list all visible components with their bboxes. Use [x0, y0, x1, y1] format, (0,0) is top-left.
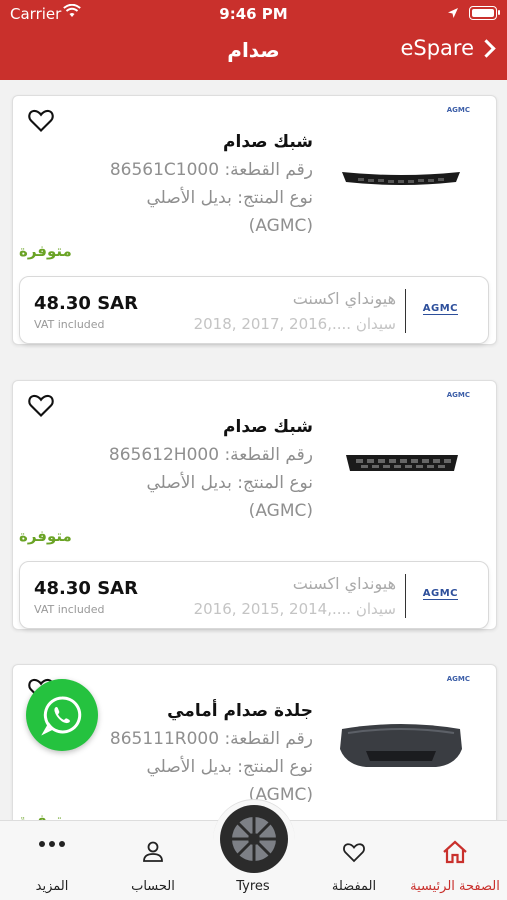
- app-header: Carrier 9:46 PM صدام eSpare: [0, 0, 507, 80]
- price-panel[interactable]: 48.30 SAR VAT included هيونداي اكسنت سيد…: [19, 276, 489, 344]
- product-type: نوع المنتج: بديل الأصلي: [146, 757, 313, 777]
- availability-status: متوفرة: [19, 527, 72, 545]
- product-card[interactable]: AGMC شبك صدام رقم القطعة: 86561C1000 نوع…: [12, 95, 497, 345]
- heart-icon: [343, 843, 365, 863]
- home-icon: [443, 840, 467, 864]
- part-number: رقم القطعة: 86561C1000: [109, 160, 313, 180]
- product-type-brand: (AGMC): [248, 501, 313, 521]
- heart-icon[interactable]: [27, 391, 55, 419]
- heart-icon[interactable]: [27, 106, 55, 134]
- bumper-grille-image: [342, 172, 460, 185]
- back-button[interactable]: eSpare: [400, 36, 496, 60]
- back-button-label: eSpare: [400, 36, 474, 60]
- status-bar: Carrier 9:46 PM: [0, 0, 507, 28]
- tab-more-label: المزيد: [35, 879, 69, 894]
- price-panel[interactable]: 48.30 SAR VAT included هيونداي اكسنت سيد…: [19, 561, 489, 629]
- vat-note: VAT included: [34, 318, 105, 331]
- divider: [405, 574, 406, 618]
- part-number: رقم القطعة: 865612H000: [108, 445, 313, 465]
- tab-account-label: الحساب: [131, 879, 175, 894]
- product-type: نوع المنتج: بديل الأصلي: [146, 188, 313, 208]
- product-title: جلدة صدام أمامي: [167, 701, 313, 721]
- divider: [405, 289, 406, 333]
- brand-logo: AGMC: [446, 106, 470, 114]
- price: 48.30 SAR: [34, 578, 138, 599]
- price: 48.30 SAR: [34, 293, 138, 314]
- tab-home[interactable]: الصفحة الرئيسية: [405, 826, 505, 896]
- battery-icon: [469, 6, 500, 20]
- brand-logo: AGMC: [422, 303, 458, 315]
- tab-more[interactable]: المزيد: [2, 826, 102, 896]
- brand-logo: AGMC: [446, 675, 470, 683]
- vehicle-years: سيدان ....,2016 ,2017 ,2018: [193, 315, 396, 333]
- user-icon: [143, 841, 163, 862]
- product-type-brand: (AGMC): [248, 216, 313, 236]
- vehicle-years: سيدان ....,2014 ,2015 ,2016: [193, 600, 396, 618]
- tab-account[interactable]: الحساب: [103, 826, 203, 896]
- product-type: نوع المنتج: بديل الأصلي: [146, 473, 313, 493]
- brand-logo: AGMC: [446, 391, 470, 399]
- location-arrow-icon: [448, 8, 458, 18]
- tab-favorites-label: المفضلة: [331, 879, 377, 894]
- tyre-icon[interactable]: [219, 804, 289, 874]
- tab-favorites[interactable]: المفضلة: [304, 826, 404, 896]
- vehicle-model: هيونداي اكسنت: [292, 574, 396, 593]
- availability-status: متوفرة: [19, 242, 72, 260]
- front-bumper-image: [340, 724, 462, 767]
- whatsapp-icon: [41, 696, 82, 736]
- chevron-right-icon: [477, 38, 496, 58]
- status-time: 9:46 PM: [219, 5, 288, 23]
- tab-tyres-label: Tyres: [236, 879, 270, 894]
- vehicle-model: هيونداي اكسنت: [292, 289, 396, 308]
- availability-status: متوفرة: [19, 811, 72, 820]
- tab-bar: المزيد الحساب Tyres المفضلة الصفحة الرئي…: [0, 799, 507, 900]
- more-dots-icon: [39, 841, 65, 847]
- brand-logo: AGMC: [422, 588, 458, 600]
- part-number: رقم القطعة: 865111R000: [109, 729, 313, 749]
- product-title: شبك صدام: [223, 417, 313, 437]
- vat-note: VAT included: [34, 603, 105, 616]
- bumper-grille-image: [346, 455, 458, 471]
- product-card[interactable]: AGMC شبك صدام رقم القطعة: 865612H000 نوع…: [12, 380, 497, 630]
- whatsapp-button[interactable]: [26, 679, 98, 751]
- product-title: شبك صدام: [223, 132, 313, 152]
- tab-home-label: الصفحة الرئيسية: [410, 879, 500, 894]
